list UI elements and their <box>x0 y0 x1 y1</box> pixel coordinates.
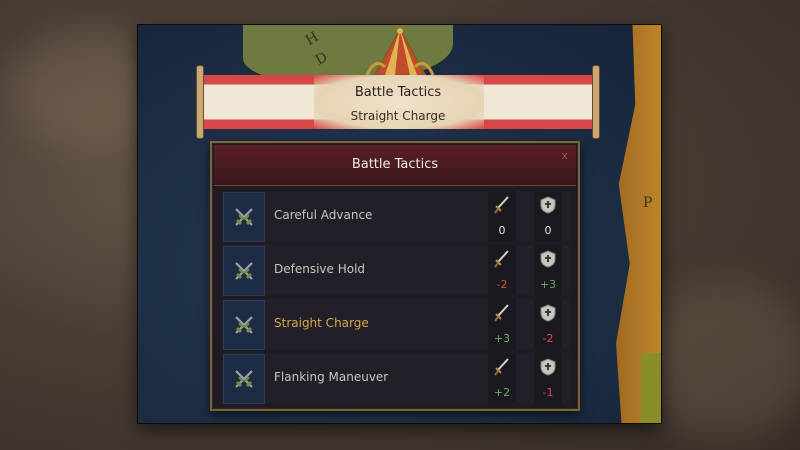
banner-rod-right <box>592 65 600 139</box>
tactic-label: Defensive Hold <box>274 262 366 276</box>
defense-stat: -2 <box>534 299 562 349</box>
defense-stat: -1 <box>534 353 562 403</box>
tactic-icon-box <box>223 246 265 296</box>
banner-title: Battle Tactics <box>354 85 442 100</box>
defense-stat: 0 <box>534 191 562 241</box>
panel-title: Battle Tactics <box>351 157 439 172</box>
tactic-row-0[interactable]: Careful Advance 0 0 <box>222 191 570 242</box>
defense-value: +3 <box>539 278 557 291</box>
map-label: P <box>643 195 653 211</box>
tactic-icon-box <box>223 192 265 242</box>
shield-icon <box>540 304 556 322</box>
attack-stat: +2 <box>488 353 516 403</box>
defense-value: 0 <box>544 224 552 237</box>
crossed-swords-icon <box>235 208 253 226</box>
tactic-row-3[interactable]: Flanking Maneuver +2 -1 <box>222 353 570 404</box>
attack-value: +3 <box>493 332 511 345</box>
banner-rod-left <box>196 65 204 139</box>
banner-current-tactic: Straight Charge <box>350 109 446 123</box>
attack-value: +2 <box>493 386 511 399</box>
tactic-label: Straight Charge <box>274 316 369 330</box>
tent-crown-icon <box>365 27 435 76</box>
tactic-label: Flanking Maneuver <box>274 370 389 384</box>
map-land-southeast <box>641 353 661 423</box>
tactics-list: Careful Advance 0 0 Defensive Hold -2 +3… <box>222 191 570 407</box>
attack-stat: -2 <box>488 245 516 295</box>
defense-value: -2 <box>542 332 554 345</box>
crossed-swords-icon <box>235 316 253 334</box>
attack-stat: 0 <box>488 191 516 241</box>
tactic-icon-box <box>223 300 265 350</box>
shield-icon <box>540 250 556 268</box>
game-viewport: H D P Battle Tactics Straight Charge Bat… <box>138 25 661 423</box>
defense-stat: +3 <box>534 245 562 295</box>
tactic-banner: Battle Tactics Straight Charge <box>196 65 600 139</box>
tactic-label: Careful Advance <box>274 208 373 222</box>
crossed-swords-icon <box>235 370 253 388</box>
crossed-swords-icon <box>235 262 253 280</box>
attack-stat: +3 <box>488 299 516 349</box>
sword-icon <box>494 250 509 268</box>
defense-value: -1 <box>542 386 554 399</box>
close-button[interactable]: x <box>561 149 568 162</box>
sword-icon <box>494 304 509 322</box>
shield-icon <box>540 196 556 214</box>
attack-value: 0 <box>498 224 506 237</box>
sword-icon <box>494 358 509 376</box>
shield-icon <box>540 358 556 376</box>
sword-icon <box>494 196 509 214</box>
attack-value: -2 <box>496 278 508 291</box>
tactic-row-1[interactable]: Defensive Hold -2 +3 <box>222 245 570 296</box>
tactic-row-2[interactable]: Straight Charge +3 -2 <box>222 299 570 350</box>
battle-tactics-panel: Battle Tactics x Careful Advance 0 0 Def… <box>210 141 580 411</box>
tactic-icon-box <box>223 354 265 404</box>
panel-header: Battle Tactics x <box>214 145 576 186</box>
